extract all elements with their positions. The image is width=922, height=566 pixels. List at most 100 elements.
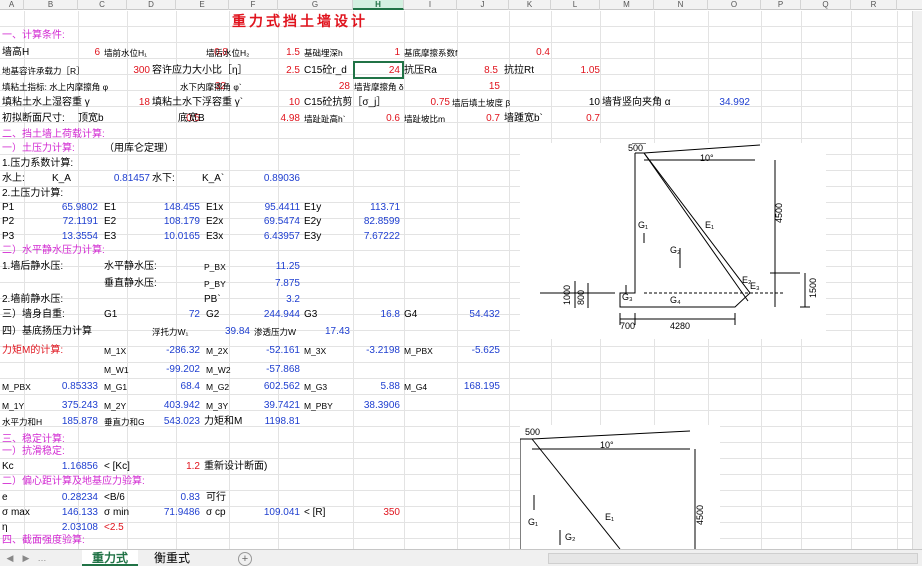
cell-g1v[interactable]: 72 xyxy=(150,307,200,323)
cell-sec4[interactable]: 四、截面强度验算: xyxy=(2,533,102,549)
cell-mm[interactable]: 力矩M的计算: xyxy=(2,343,82,359)
cell-r6d[interactable]: 10 xyxy=(250,95,300,111)
cell-u2v[interactable]: 17.43 xyxy=(300,324,350,340)
cell-sec2b[interactable]: 二）水平静水压力计算: xyxy=(2,243,122,259)
tab-gravity[interactable]: 重力式 xyxy=(82,550,139,566)
column-header-o[interactable]: O xyxy=(708,0,761,10)
cell-r4h[interactable]: 8.5 xyxy=(448,63,498,79)
column-header-m[interactable]: M xyxy=(600,0,654,10)
cell-sec3a[interactable]: 一）抗滑稳定: xyxy=(2,444,82,460)
cell-r3f[interactable]: 1.5 xyxy=(250,45,300,61)
tab-counterweight[interactable]: 衡重式 xyxy=(144,550,200,566)
cell-r6i[interactable]: 墙背竖向夹角 α xyxy=(602,95,712,111)
cell-scp[interactable]: σ cp xyxy=(206,505,246,521)
cell-r7d[interactable]: 底宽B xyxy=(178,111,228,127)
horizontal-scrollbar[interactable] xyxy=(548,553,918,564)
cell-r6g[interactable]: 墙后填土坡度 β xyxy=(452,95,562,111)
cell-h2[interactable]: 垂直力和G xyxy=(104,414,154,430)
next-sheet-icon[interactable]: ▶ xyxy=(20,552,32,564)
cell-m2[interactable]: M_2X xyxy=(206,343,236,359)
cell-r5d[interactable]: 28 xyxy=(300,79,350,95)
column-header-f[interactable]: F xyxy=(229,0,278,10)
cell-r5a[interactable]: 填粘土指标: 水上内摩擦角 φ xyxy=(2,79,132,95)
cell-r6c[interactable]: 填粘土水下浮容重 γ` xyxy=(152,95,262,111)
column-header-h[interactable]: H xyxy=(353,0,404,10)
cell-smax[interactable]: σ max xyxy=(2,505,42,521)
cell-m1v[interactable]: -286.32 xyxy=(150,343,200,359)
column-header-l[interactable]: L xyxy=(551,0,600,10)
cell-r7k[interactable]: 0.7 xyxy=(550,111,600,127)
cell-g4v[interactable]: 54.432 xyxy=(450,307,500,323)
cell-e3xv[interactable]: 6.43957 xyxy=(250,229,300,245)
cell-e3yv[interactable]: 7.67222 xyxy=(350,229,400,245)
cell-ka1[interactable]: 水上: xyxy=(2,171,42,187)
cell-r4f[interactable]: 24 xyxy=(350,63,400,79)
cell-m2y[interactable]: M_2Y xyxy=(104,398,134,414)
cell-w1b[interactable]: P_BX xyxy=(204,259,234,275)
cell-r7i[interactable]: 0.7 xyxy=(450,111,500,127)
cell-mg3v[interactable]: 5.88 xyxy=(350,379,400,395)
cell-r3a[interactable]: 墙高H xyxy=(2,45,62,61)
cell-kc2[interactable]: < [Kc] xyxy=(104,459,154,475)
cell-r3i[interactable]: 基底摩擦系数f xyxy=(404,45,504,61)
cell-kc3[interactable]: 1.2 xyxy=(150,459,200,475)
cell-u1v[interactable]: 39.84 xyxy=(200,324,250,340)
cell-m3[interactable]: M_3X xyxy=(304,343,334,359)
cell-e2v[interactable]: 108.179 xyxy=(150,214,200,230)
cell-smaxv[interactable]: 146.133 xyxy=(48,505,98,521)
cell-w1[interactable]: 1.墙后静水压: xyxy=(2,259,102,275)
cell-h2v[interactable]: 543.023 xyxy=(150,414,200,430)
cell-h3[interactable]: 力矩和M xyxy=(204,414,254,430)
cell-w2c[interactable]: 7.875 xyxy=(250,276,300,292)
cell-r6j[interactable]: 34.992 xyxy=(700,95,750,111)
cell-etalim[interactable]: <2.5 xyxy=(104,520,144,536)
cell-r6a[interactable]: 填粘土水上湿容重 γ xyxy=(2,95,112,111)
column-header-c[interactable]: C xyxy=(78,0,127,10)
cell-ka4[interactable]: 水下: xyxy=(152,171,192,187)
cell-w3b[interactable]: PB` xyxy=(204,292,234,308)
cell-r7j[interactable]: 墙踵宽b` xyxy=(504,111,554,127)
cell-e2yv[interactable]: 82.8599 xyxy=(350,214,400,230)
add-sheet-icon[interactable]: + xyxy=(238,552,252,566)
cell-r5f[interactable]: 15 xyxy=(450,79,500,95)
cell-rr[interactable]: < [R] xyxy=(304,505,344,521)
cell-u0[interactable]: 四）基底扬压力计算 xyxy=(2,324,112,340)
cell-m4v[interactable]: -5.625 xyxy=(450,343,500,359)
cell-r4j[interactable]: 1.05 xyxy=(550,63,600,79)
cell-r5e[interactable]: 墙背摩擦角 δ xyxy=(354,79,434,95)
cell-h1[interactable]: 水平力和H xyxy=(2,414,52,430)
column-header-p[interactable]: P xyxy=(761,0,801,10)
column-header-d[interactable]: D xyxy=(127,0,176,10)
cell-ka5[interactable]: K_A` xyxy=(202,171,232,187)
cell-ka6[interactable]: 0.89036 xyxy=(250,171,300,187)
cell-smin[interactable]: σ min xyxy=(104,505,144,521)
cell-w1c[interactable]: 11.25 xyxy=(250,259,300,275)
cell-r3c[interactable]: 墙前水位H₁ xyxy=(104,45,174,61)
cell-ev[interactable]: 0.28234 xyxy=(48,490,98,506)
cell-mw1v[interactable]: -99.202 xyxy=(150,362,200,378)
cell-g1[interactable]: G1 xyxy=(104,307,134,323)
cell-myv[interactable]: 375.243 xyxy=(48,398,98,414)
column-header-a[interactable]: A xyxy=(0,0,24,10)
column-header-k[interactable]: K xyxy=(509,0,551,10)
column-header-g[interactable]: G xyxy=(278,0,353,10)
cell-rrv[interactable]: 350 xyxy=(350,505,400,521)
cell-mg2v[interactable]: 602.562 xyxy=(250,379,300,395)
cell-e3y[interactable]: E3y xyxy=(304,229,334,245)
cell-w3[interactable]: 2.墙前静水压: xyxy=(2,292,102,308)
cell-kc[interactable]: Kc xyxy=(2,459,32,475)
cell-sec3b[interactable]: 二）偏心距计算及地基应力验算: xyxy=(2,474,162,490)
cell-ka2[interactable]: K_A xyxy=(52,171,82,187)
cell-mpby[interactable]: M_PBY xyxy=(304,398,344,414)
cell-m3v[interactable]: -3.2198 xyxy=(350,343,400,359)
cell-r6b[interactable]: 18 xyxy=(100,95,150,111)
cell-kcv[interactable]: 1.16856 xyxy=(48,459,98,475)
cell-sminv[interactable]: 71.9486 xyxy=(150,505,200,521)
cell-r6f[interactable]: 0.75 xyxy=(400,95,450,111)
cell-r4c[interactable]: 容许应力大小比［η］ xyxy=(152,63,262,79)
column-header-i[interactable]: I xyxy=(404,0,457,10)
cell-mg4[interactable]: M_G4 xyxy=(404,379,434,395)
cell-ebv[interactable]: 0.83 xyxy=(150,490,200,506)
cell-mw2v[interactable]: -57.868 xyxy=(250,362,300,378)
cell-r6h[interactable]: 10 xyxy=(552,95,600,111)
